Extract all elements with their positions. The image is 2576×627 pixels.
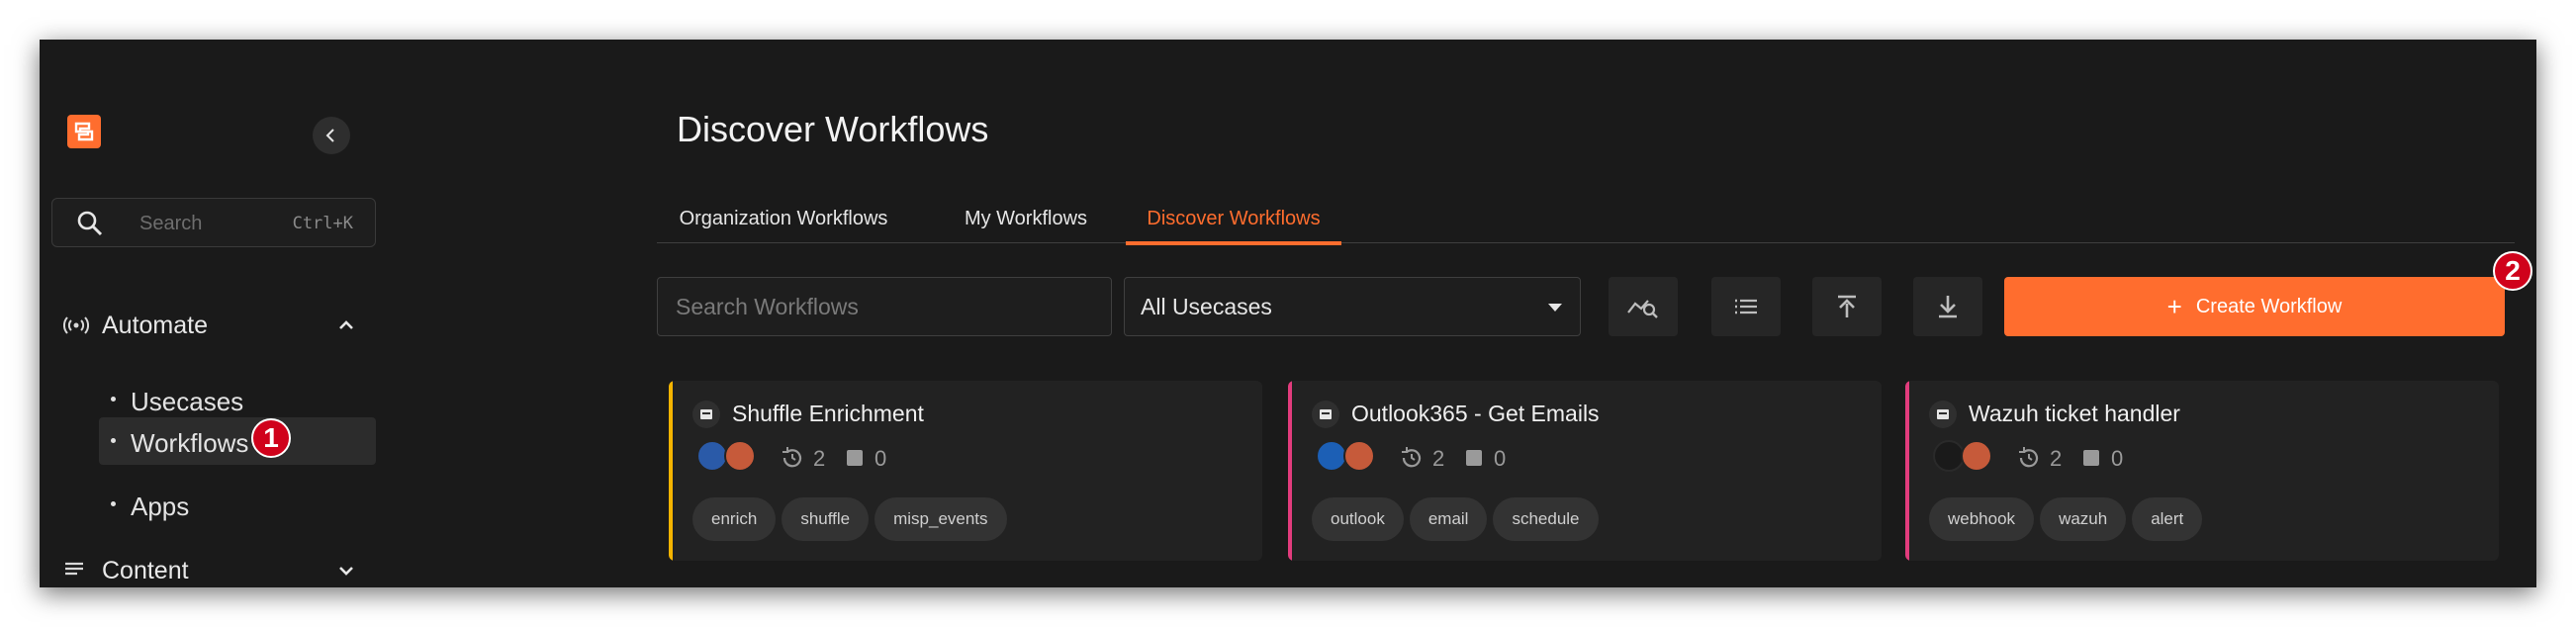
step-badge-1: 1 bbox=[251, 418, 291, 458]
tab-organization-workflows[interactable]: Organization Workflows bbox=[657, 194, 910, 243]
sidebar-search[interactable]: Search Ctrl+K bbox=[51, 198, 376, 247]
sidebar-item-usecases[interactable]: Usecases bbox=[99, 376, 376, 423]
chart-search-icon bbox=[1627, 300, 1658, 318]
card-accent bbox=[1288, 381, 1292, 561]
runs-value: 2 bbox=[813, 446, 826, 471]
tag[interactable]: shuffle bbox=[782, 497, 870, 541]
tag-list: webhook wazuh alert bbox=[1929, 497, 2208, 541]
app-window: Search Ctrl+K Automate Usecases Workflow… bbox=[40, 40, 2536, 587]
tag-list: outlook email schedule bbox=[1312, 497, 1605, 541]
workflow-title: Shuffle Enrichment bbox=[732, 401, 924, 426]
card-accent bbox=[669, 381, 673, 561]
triggers-count: 0 bbox=[2081, 446, 2123, 472]
tag[interactable]: outlook bbox=[1312, 497, 1404, 541]
triggers-value: 0 bbox=[874, 446, 887, 471]
search-icon bbox=[77, 211, 103, 236]
card-accent bbox=[1905, 381, 1909, 561]
bullet-icon bbox=[111, 438, 116, 443]
runs-count: 2 bbox=[780, 446, 825, 472]
tag-list: enrich shuffle misp_events bbox=[692, 497, 1013, 541]
usecase-select[interactable]: All Usecases bbox=[1124, 277, 1581, 336]
download-button[interactable] bbox=[1913, 277, 1982, 336]
shuffle-logo[interactable] bbox=[67, 115, 101, 148]
sidebar-item-label: Apps bbox=[131, 492, 190, 521]
chevron-up-icon bbox=[339, 320, 353, 329]
runs-value: 2 bbox=[1432, 446, 1445, 471]
list-view-icon bbox=[1735, 299, 1757, 314]
trigger-icon bbox=[2083, 450, 2099, 466]
sidebar-item-label: Workflows bbox=[131, 428, 249, 458]
search-shortcut: Ctrl+K bbox=[292, 214, 353, 233]
tag[interactable]: wazuh bbox=[2040, 497, 2127, 541]
triggers-count: 0 bbox=[845, 446, 886, 472]
sidebar: Search Ctrl+K Automate Usecases Workflow… bbox=[40, 40, 396, 587]
history-icon bbox=[2019, 447, 2039, 468]
explore-button[interactable] bbox=[1609, 277, 1678, 336]
workflow-title: Wazuh ticket handler bbox=[1969, 401, 2180, 426]
tab-discover-workflows[interactable]: Discover Workflows bbox=[1126, 194, 1341, 245]
runs-value: 2 bbox=[2050, 446, 2063, 471]
shuffle-app-icon bbox=[1343, 440, 1375, 472]
tag[interactable]: alert bbox=[2132, 497, 2203, 541]
upload-button[interactable] bbox=[1812, 277, 1882, 336]
sidebar-item-label: Usecases bbox=[131, 387, 244, 416]
tab-my-workflows[interactable]: My Workflows bbox=[932, 194, 1120, 243]
tag[interactable]: webhook bbox=[1929, 497, 2035, 541]
tag[interactable]: enrich bbox=[692, 497, 777, 541]
triggers-value: 0 bbox=[1494, 446, 1507, 471]
nav-section-label: Content bbox=[102, 557, 189, 584]
list-view-button[interactable] bbox=[1711, 277, 1781, 336]
tag[interactable]: schedule bbox=[1493, 497, 1599, 541]
workflow-tabs: Organization Workflows My Workflows Disc… bbox=[657, 194, 2515, 245]
broadcast-icon bbox=[63, 316, 89, 334]
create-workflow-button[interactable]: + Create Workflow bbox=[2004, 277, 2505, 336]
download-icon bbox=[1939, 296, 1957, 318]
nav-section-automate[interactable]: Automate bbox=[40, 304, 396, 347]
nav-section-content[interactable]: Content bbox=[40, 549, 396, 587]
history-icon bbox=[1402, 447, 1422, 468]
upload-icon bbox=[1838, 295, 1856, 317]
chevron-left-icon bbox=[325, 129, 334, 142]
sidebar-item-workflows[interactable]: Workflows bbox=[99, 417, 376, 465]
workflow-icon bbox=[1312, 401, 1339, 428]
nav-section-label: Automate bbox=[102, 312, 209, 339]
workflow-search[interactable] bbox=[657, 277, 1112, 336]
runs-count: 2 bbox=[2016, 446, 2062, 472]
workflow-card[interactable]: Outlook365 - Get Emails 2 0 outlook email… bbox=[1288, 381, 1882, 561]
chevron-down-icon bbox=[339, 567, 353, 576]
tag[interactable]: misp_events bbox=[874, 497, 1007, 541]
workflow-icon bbox=[1929, 401, 1957, 428]
bullet-icon bbox=[111, 397, 116, 402]
triggers-value: 0 bbox=[2111, 446, 2124, 471]
shuffle-app-icon bbox=[1961, 440, 1992, 472]
page-title: Discover Workflows bbox=[677, 109, 989, 149]
collapse-sidebar-button[interactable] bbox=[313, 117, 350, 154]
trigger-icon bbox=[847, 450, 863, 466]
sidebar-search-placeholder: Search bbox=[139, 213, 203, 234]
workflow-card[interactable]: Shuffle Enrichment 2 0 enrich shuffle misp… bbox=[669, 381, 1262, 561]
plus-icon: + bbox=[2166, 292, 2182, 321]
runs-count: 2 bbox=[1399, 446, 1444, 472]
sidebar-item-apps[interactable]: Apps bbox=[99, 481, 376, 528]
tag[interactable]: email bbox=[1409, 497, 1488, 541]
trigger-icon bbox=[1466, 450, 1482, 466]
workflow-search-input[interactable] bbox=[658, 278, 1111, 335]
workflow-card[interactable]: Wazuh ticket handler 2 0 webhook wazuh ale… bbox=[1905, 381, 2499, 561]
shuffle-app-icon bbox=[724, 440, 756, 472]
workflow-icon bbox=[692, 401, 720, 428]
step-badge-2: 2 bbox=[2493, 251, 2532, 291]
workflow-title: Outlook365 - Get Emails bbox=[1351, 401, 1600, 426]
triggers-count: 0 bbox=[1464, 446, 1506, 472]
usecase-select-value: All Usecases bbox=[1141, 294, 1272, 319]
list-icon bbox=[65, 562, 83, 576]
bullet-icon bbox=[111, 501, 116, 506]
history-icon bbox=[782, 447, 802, 468]
dropdown-arrow-icon bbox=[1548, 304, 1562, 312]
create-workflow-label: Create Workflow bbox=[2195, 295, 2343, 317]
